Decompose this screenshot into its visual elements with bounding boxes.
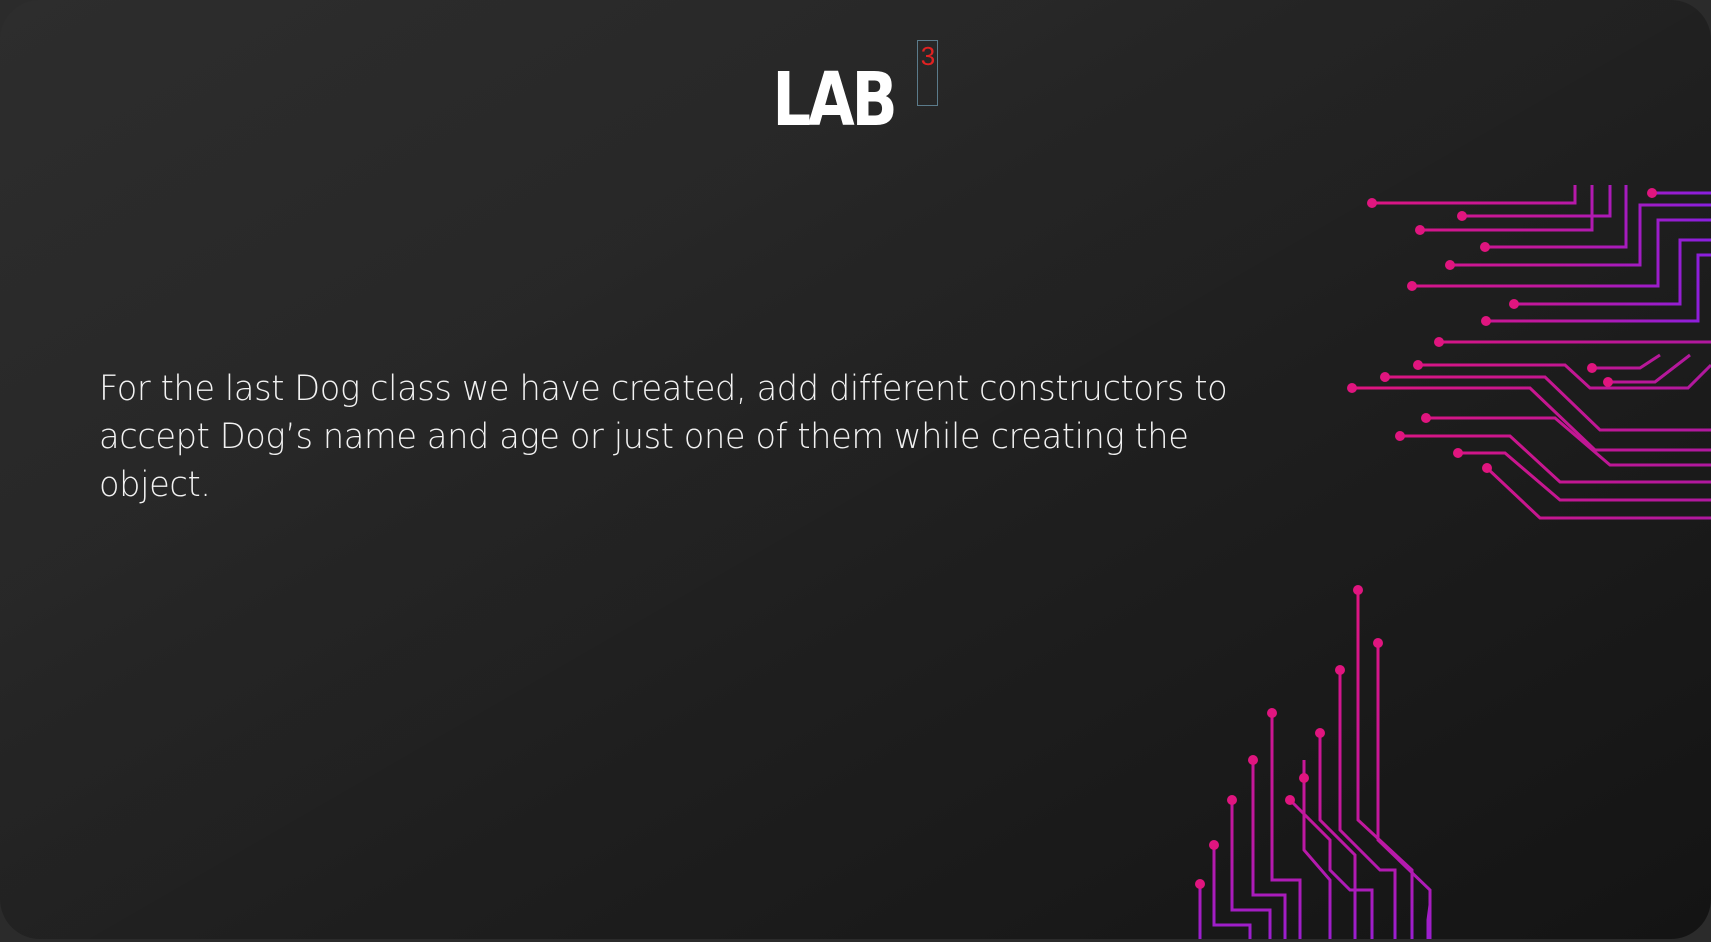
title-container: LAB bbox=[0, 58, 1711, 142]
slide-title: LAB bbox=[772, 57, 897, 143]
slide: LAB 3 For the last Dog class we have cre… bbox=[0, 0, 1711, 939]
lab-instructions: For the last Dog class we have created, … bbox=[99, 369, 1228, 505]
slide-number: 3 bbox=[920, 41, 936, 71]
slide-number-box: 3 bbox=[917, 40, 938, 106]
